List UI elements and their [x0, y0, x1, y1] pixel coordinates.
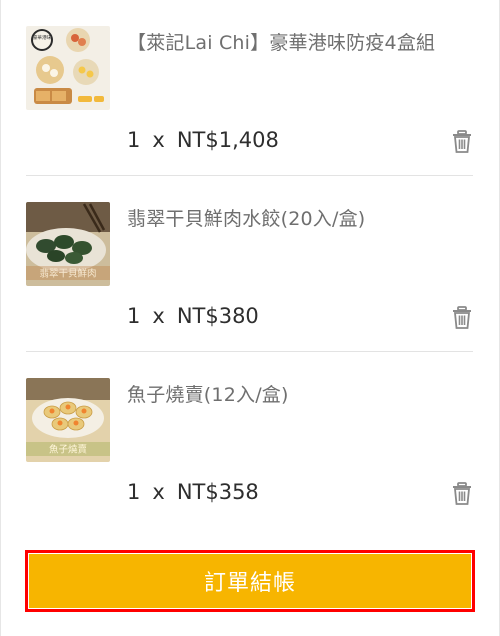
- times-sign: x: [152, 128, 165, 152]
- item-quantity: 1: [127, 480, 141, 504]
- checkout-highlight: 訂單結帳: [25, 550, 475, 612]
- item-price: NT$380: [176, 304, 259, 328]
- item-quantity-price: 1 x NT$380: [127, 304, 259, 328]
- item-name[interactable]: 翡翠干貝鮮肉水餃(20入/盒): [127, 204, 365, 231]
- cart-item: 翡翠干貝鮮肉 翡翠干貝鮮肉水餃(20入/盒) 1 x NT$380: [26, 176, 473, 352]
- trash-icon[interactable]: [451, 482, 473, 506]
- item-quantity-price: 1 x NT$1,408: [127, 128, 279, 152]
- siumai-image[interactable]: 魚子燒賣: [26, 378, 110, 462]
- thumb-label: 魚子燒賣: [49, 444, 88, 456]
- times-sign: x: [152, 480, 165, 504]
- cart-panel: 豪華港味 【萊記Lai Chi】豪華港味防疫4盒組 1 x NT$1,408 翡…: [0, 0, 500, 636]
- dim-sum-box-set-image[interactable]: 豪華港味: [26, 26, 110, 110]
- item-quantity: 1: [127, 304, 141, 328]
- item-quantity-price: 1 x NT$358: [127, 480, 259, 504]
- item-price: NT$1,408: [176, 128, 279, 152]
- dumplings-image[interactable]: 翡翠干貝鮮肉: [26, 202, 110, 286]
- item-name[interactable]: 【萊記Lai Chi】豪華港味防疫4盒組: [127, 28, 435, 55]
- thumb-label: 豪華港味: [33, 34, 51, 41]
- trash-icon[interactable]: [451, 306, 473, 330]
- cart-item: 魚子燒賣 魚子燒賣(12入/盒) 1 x NT$358: [26, 352, 473, 528]
- trash-icon[interactable]: [451, 130, 473, 154]
- item-quantity: 1: [127, 128, 141, 152]
- times-sign: x: [152, 304, 165, 328]
- item-name[interactable]: 魚子燒賣(12入/盒): [127, 380, 289, 407]
- checkout-button[interactable]: 訂單結帳: [29, 554, 471, 608]
- thumb-label: 翡翠干貝鮮肉: [39, 268, 96, 280]
- item-price: NT$358: [176, 480, 259, 504]
- cart-item: 豪華港味 【萊記Lai Chi】豪華港味防疫4盒組 1 x NT$1,408: [26, 0, 473, 176]
